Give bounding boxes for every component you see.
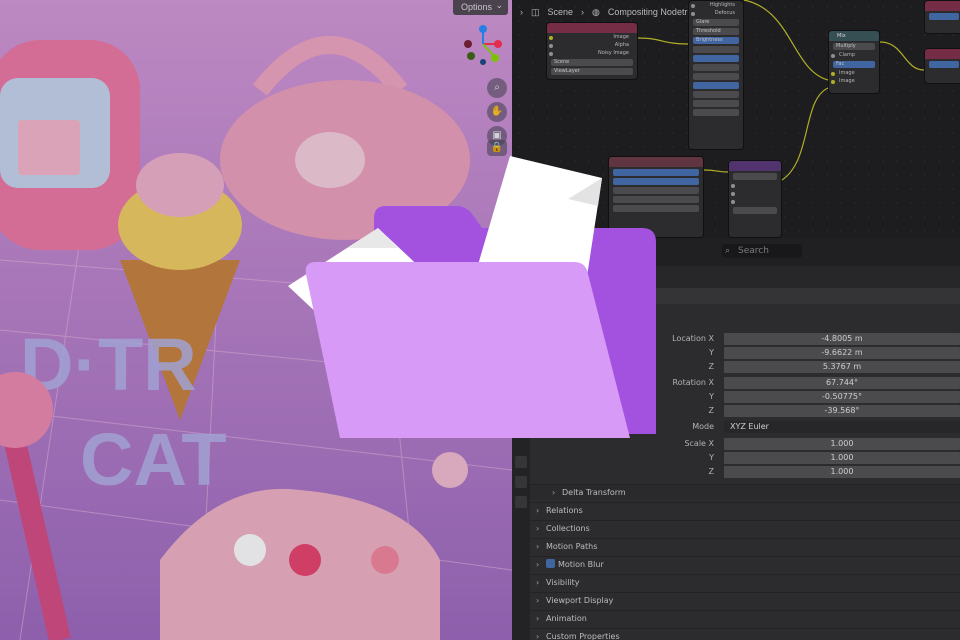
scale-x-field[interactable]: 1.000 <box>724 438 960 450</box>
section-label: Viewport Display <box>546 596 614 605</box>
chevron-right-icon: › <box>536 614 540 623</box>
viewport-options-dropdown[interactable]: Options <box>452 0 508 15</box>
search-icon: ⌕ <box>725 246 731 256</box>
chevron-right-icon: › <box>536 596 540 605</box>
object-tab-icon[interactable] <box>515 456 527 468</box>
location-x-field[interactable]: -4.8005 m <box>724 333 960 345</box>
navigation-gizmo[interactable] <box>458 22 508 70</box>
section-label: Custom Properties <box>546 632 620 640</box>
section-label: Delta Transform <box>562 488 626 497</box>
section-visibility[interactable]: › Visibility <box>530 574 960 590</box>
properties-search-input[interactable]: ⌕ Search <box>722 244 802 258</box>
svg-text:CAT: CAT <box>80 418 227 501</box>
section-custom-properties[interactable]: › Custom Properties <box>530 628 960 640</box>
rotation-x-field[interactable]: 67.744° <box>724 377 960 389</box>
section-collections[interactable]: › Collections <box>530 520 960 536</box>
chevron-right-icon: › <box>552 488 556 497</box>
section-label: Motion Blur <box>558 560 604 569</box>
section-relations[interactable]: › Relations <box>530 502 960 518</box>
section-label: Animation <box>546 614 587 623</box>
section-delta-transform[interactable]: › Delta Transform <box>530 484 960 500</box>
section-motion-paths[interactable]: › Motion Paths <box>530 538 960 554</box>
chevron-right-icon: › <box>536 524 540 533</box>
chevron-right-icon: › <box>536 542 540 551</box>
chevron-right-icon: › <box>536 560 540 569</box>
rotation-z-field[interactable]: -39.568° <box>724 405 960 417</box>
scale-y-field[interactable]: 1.000 <box>724 452 960 464</box>
section-viewport-display[interactable]: › Viewport Display <box>530 592 960 608</box>
section-label: Motion Paths <box>546 542 598 551</box>
chevron-right-icon: › <box>536 632 540 640</box>
hand-icon[interactable]: ✋ <box>487 102 507 122</box>
section-label: Relations <box>546 506 583 515</box>
location-y-field[interactable]: -9.6622 m <box>724 347 960 359</box>
chevron-right-icon: › <box>536 506 540 515</box>
zoom-icon[interactable]: ⌕ <box>487 78 507 98</box>
section-label: Collections <box>546 524 590 533</box>
chevron-right-icon: › <box>536 578 540 587</box>
section-label: Visibility <box>546 578 580 587</box>
scale-y-label: Y <box>709 453 714 462</box>
physics-tab-icon[interactable] <box>515 496 527 508</box>
section-motion-blur[interactable]: › Motion Blur <box>530 556 960 572</box>
rotation-y-field[interactable]: -0.50775° <box>724 391 960 403</box>
scale-z-label: Z <box>708 467 714 476</box>
location-z-field[interactable]: 5.3767 m <box>724 361 960 373</box>
folder-icon <box>288 156 656 438</box>
modifier-tab-icon[interactable] <box>515 476 527 488</box>
section-animation[interactable]: › Animation <box>530 610 960 626</box>
rotation-mode-select[interactable]: XYZ Euler <box>724 421 960 433</box>
scale-z-field[interactable]: 1.000 <box>724 466 960 478</box>
search-placeholder: Search <box>738 246 769 256</box>
motion-blur-checkbox[interactable] <box>546 559 555 568</box>
